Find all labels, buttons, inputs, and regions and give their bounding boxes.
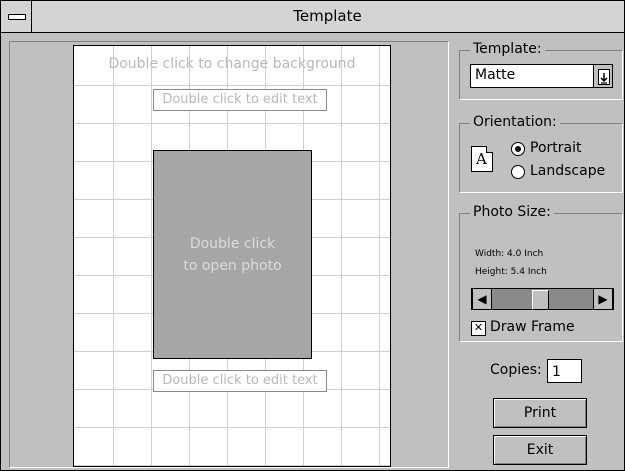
print-button[interactable]: Print [493,398,587,428]
title-bar: Template [1,1,624,33]
landscape-label[interactable]: Landscape [530,163,605,179]
chevron-down-icon [598,69,610,85]
photo-placeholder-line1: Double click [189,235,276,252]
exit-button-label: Exit [526,442,554,458]
background-hint[interactable]: Double click to change background [74,56,390,72]
scroll-left-button[interactable]: ◀ [472,289,492,309]
scroll-right-button[interactable]: ▶ [593,289,613,309]
window-title: Template [293,7,362,25]
template-select[interactable]: Matte [470,64,613,88]
left-arrow-icon: ◀ [477,292,487,306]
photo-width-text: Width: 4.0 Inch [475,249,544,259]
top-text-box[interactable]: Double click to edit text [153,89,327,111]
orientation-group-label: Orientation: [470,114,560,130]
photo-size-slider[interactable]: ◀ ▶ [471,288,614,310]
portrait-radio[interactable] [511,142,525,156]
draw-frame-checkbox[interactable]: ✕ [471,321,486,336]
template-window: Template Double click to change backgrou… [0,0,625,471]
photo-placeholder[interactable]: Double click to open photo [153,150,312,359]
system-menu-button[interactable] [1,1,32,32]
photo-size-group-label: Photo Size: [470,204,554,220]
system-menu-icon [8,14,26,20]
orientation-document-icon: A [471,146,493,172]
draw-frame-label[interactable]: Draw Frame [490,319,575,335]
copies-label: Copies: [490,362,542,378]
bottom-text-box[interactable]: Double click to edit text [153,370,327,392]
template-select-value: Matte [475,67,516,83]
exit-button[interactable]: Exit [493,435,587,465]
photo-placeholder-line2: to open photo [183,257,282,274]
right-arrow-icon: ▶ [598,292,608,306]
copies-input[interactable]: 1 [547,359,582,383]
landscape-radio[interactable] [511,165,525,179]
print-button-label: Print [523,405,557,421]
portrait-label[interactable]: Portrait [530,140,581,156]
slider-thumb[interactable] [532,290,549,310]
dropdown-button[interactable] [593,65,612,87]
photo-height-text: Height: 5.4 Inch [475,267,547,277]
template-group-label: Template: [470,41,545,57]
